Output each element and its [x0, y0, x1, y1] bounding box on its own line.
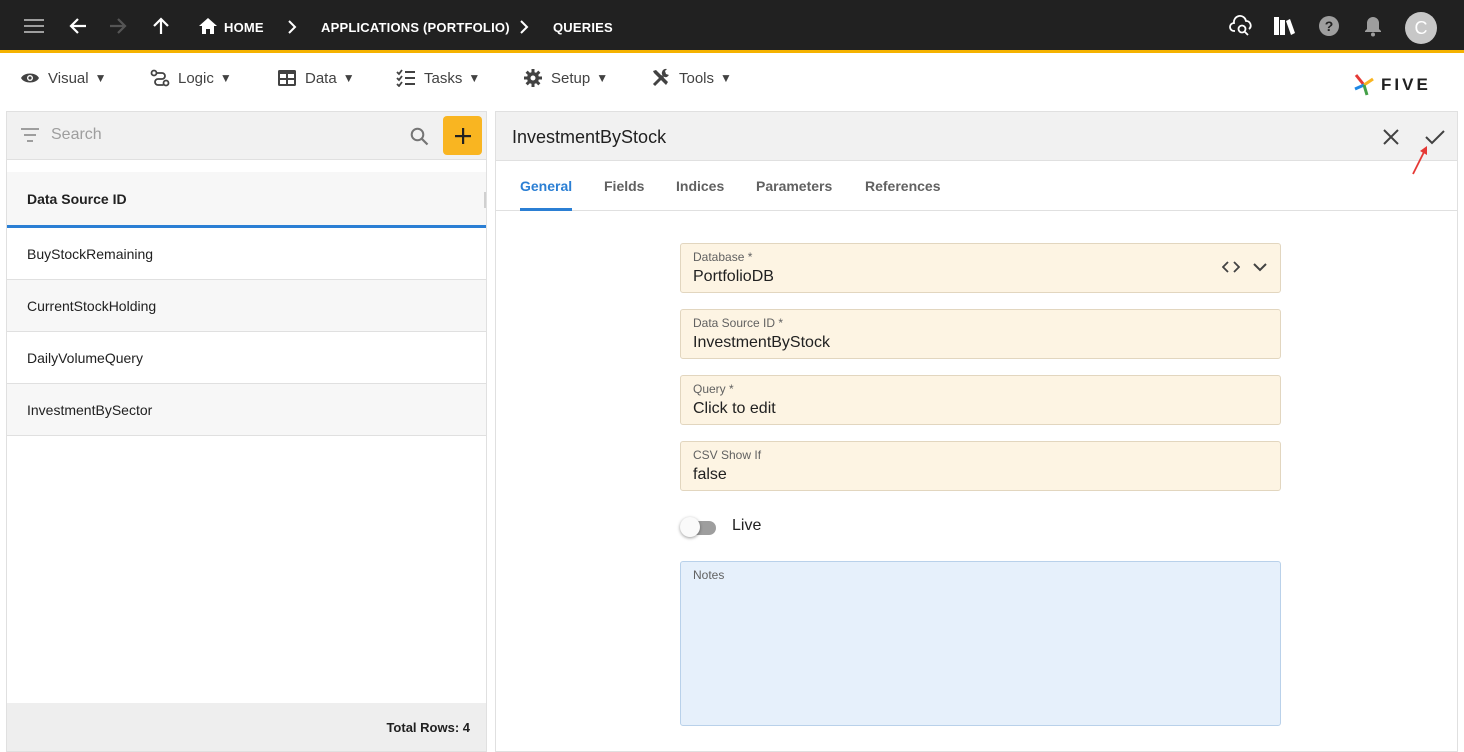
database-field-tools — [1222, 260, 1268, 274]
data-source-id-value: InvestmentByStock — [693, 334, 830, 351]
caret-down-icon: ▼ — [596, 71, 609, 85]
tab-general[interactable]: General — [520, 178, 572, 194]
caret-down-icon: ▼ — [219, 71, 232, 85]
caret-down-icon: ▼ — [94, 71, 107, 85]
menu-setup[interactable]: Setup ▼ — [523, 64, 608, 92]
breadcrumb-queries[interactable]: QUERIES — [553, 20, 613, 35]
back-arrow-icon[interactable] — [66, 14, 90, 38]
total-rows: Total Rows: 4 — [7, 703, 486, 751]
column-resize-handle[interactable] — [484, 192, 486, 208]
top-app-bar: HOME APPLICATIONS (PORTFOLIO) QUERIES ? … — [0, 0, 1464, 53]
list-panel: Data Source ID BuyStockRemaining Current… — [6, 111, 487, 752]
check-icon — [1425, 130, 1445, 145]
tools-icon — [652, 68, 669, 87]
five-logo-mark-icon — [1354, 74, 1374, 96]
search-bar — [7, 112, 486, 160]
chevron-down-icon[interactable] — [1252, 260, 1268, 274]
avatar[interactable]: C — [1405, 12, 1437, 44]
database-field[interactable]: Database * PortfolioDB — [680, 243, 1281, 293]
add-button[interactable] — [443, 116, 482, 155]
list-item[interactable]: BuyStockRemaining — [7, 228, 486, 280]
menu-logic-label: Logic — [178, 69, 214, 87]
menu-data-label: Data — [305, 69, 337, 87]
query-field[interactable]: Query * Click to edit — [680, 375, 1281, 425]
five-logo-text: FIVE — [1381, 75, 1431, 94]
notes-label: Notes — [693, 568, 725, 582]
gear-icon — [524, 69, 542, 87]
tab-fields[interactable]: Fields — [604, 178, 644, 194]
logic-icon — [150, 69, 170, 87]
menu-setup-label: Setup — [551, 69, 591, 87]
form-header: InvestmentByStock — [496, 112, 1457, 175]
breadcrumb-applications[interactable]: APPLICATIONS (PORTFOLIO) — [321, 20, 510, 35]
menu-tasks-label: Tasks — [424, 69, 463, 87]
live-toggle[interactable] — [680, 517, 720, 537]
caret-down-icon: ▼ — [720, 71, 732, 85]
chevron-right-icon — [520, 20, 529, 34]
notes-field[interactable]: Notes — [680, 561, 1281, 726]
up-arrow-icon[interactable] — [149, 14, 173, 38]
close-icon — [1383, 129, 1399, 145]
data-source-list: Data Source ID BuyStockRemaining Current… — [7, 172, 486, 436]
csv-show-if-value: false — [693, 466, 727, 483]
eye-icon — [21, 73, 39, 83]
close-button[interactable] — [1378, 124, 1404, 150]
menu-logic[interactable]: Logic ▼ — [150, 64, 232, 92]
column-header-label: Data Source ID — [27, 190, 127, 207]
chevron-right-icon — [288, 20, 297, 34]
library-icon[interactable] — [1272, 14, 1296, 38]
list-item[interactable]: DailyVolumeQuery — [7, 332, 486, 384]
five-logo: FIVE — [1353, 72, 1443, 98]
help-icon[interactable]: ? — [1317, 14, 1341, 38]
menu-data[interactable]: Data ▼ — [277, 64, 355, 92]
active-tab-indicator — [520, 208, 572, 211]
menu-tools-label: Tools — [679, 69, 715, 87]
database-field-label: Database * — [693, 250, 753, 264]
table-icon — [278, 70, 296, 86]
live-toggle-knob — [680, 517, 700, 537]
forward-arrow-icon[interactable] — [106, 14, 130, 38]
column-header-data-source-id[interactable]: Data Source ID — [7, 172, 486, 228]
menu-visual[interactable]: Visual ▼ — [20, 64, 106, 92]
menu-tools[interactable]: Tools ▼ — [651, 64, 732, 92]
query-field-value: Click to edit — [693, 400, 776, 417]
plus-icon — [454, 127, 471, 144]
database-field-value: PortfolioDB — [693, 268, 774, 285]
cloud-search-icon[interactable] — [1229, 14, 1253, 38]
checklist-icon — [396, 69, 415, 87]
list-item[interactable]: CurrentStockHolding — [7, 280, 486, 332]
csv-show-if-field[interactable]: CSV Show If false — [680, 441, 1281, 491]
svg-text:?: ? — [1325, 18, 1334, 34]
list-item[interactable]: InvestmentBySector — [7, 384, 486, 436]
menu-tasks[interactable]: Tasks ▼ — [396, 64, 480, 92]
csv-show-if-label: CSV Show If — [693, 448, 762, 462]
tab-indices[interactable]: Indices — [676, 178, 724, 194]
form-panel: InvestmentByStock General Fields Indices… — [495, 111, 1458, 752]
form-tabs: General Fields Indices Parameters Refere… — [496, 161, 1457, 211]
tab-references[interactable]: References — [865, 178, 941, 194]
menu-visual-label: Visual — [48, 69, 89, 87]
notification-bell-icon[interactable] — [1361, 14, 1385, 38]
home-icon[interactable] — [196, 14, 220, 38]
tab-parameters[interactable]: Parameters — [756, 178, 832, 194]
menu-icon[interactable] — [22, 14, 46, 38]
breadcrumb-home[interactable]: HOME — [224, 20, 264, 35]
query-field-label: Query * — [693, 382, 734, 396]
data-source-id-label: Data Source ID * — [693, 316, 784, 330]
filter-icon[interactable] — [21, 128, 39, 142]
search-icon[interactable] — [410, 127, 429, 146]
live-toggle-label: Live — [732, 517, 762, 534]
caret-down-icon: ▼ — [468, 71, 481, 85]
menu-bar: Visual ▼ Logic ▼ Data ▼ Tasks ▼ Setup ▼ … — [0, 56, 1464, 110]
form-title: InvestmentByStock — [512, 127, 667, 147]
data-source-id-field[interactable]: Data Source ID * InvestmentByStock — [680, 309, 1281, 359]
caret-down-icon: ▼ — [342, 71, 355, 85]
code-icon[interactable] — [1222, 260, 1240, 274]
search-input[interactable] — [51, 126, 391, 144]
